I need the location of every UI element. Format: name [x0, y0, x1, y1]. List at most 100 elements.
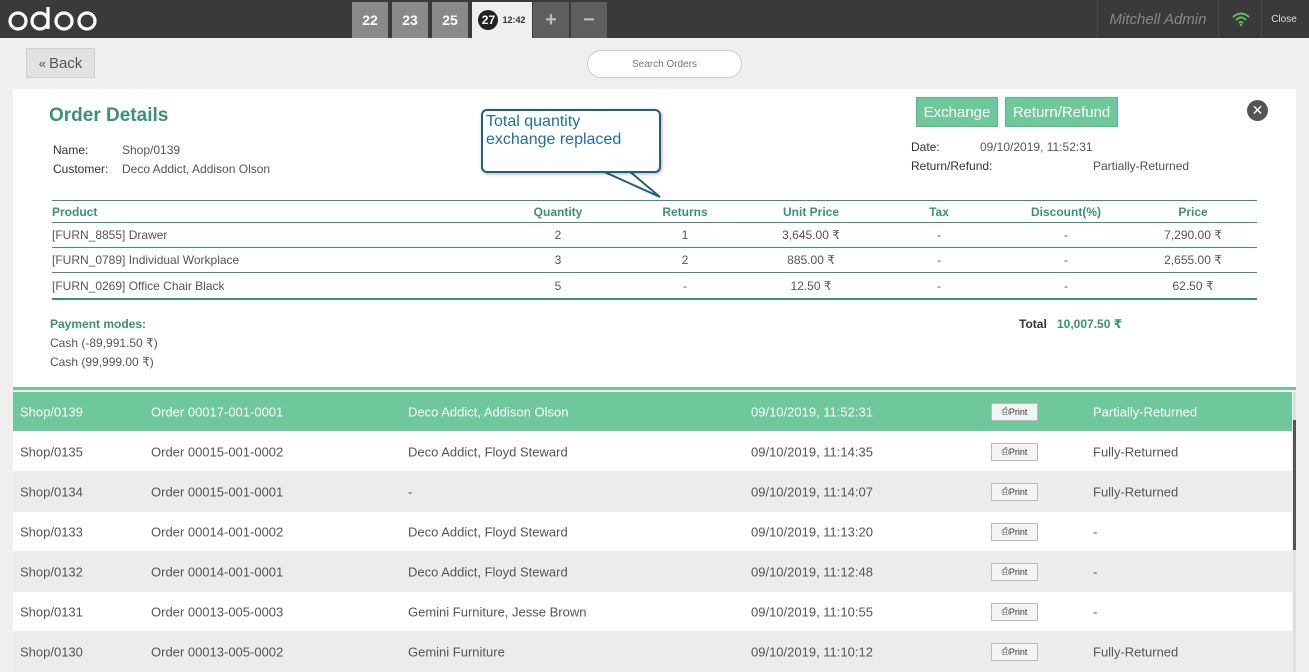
order-date: 09/10/2019, 11:12:48 — [751, 564, 873, 579]
back-button[interactable]: « Back — [26, 48, 95, 78]
total-label: Total — [1019, 317, 1047, 331]
order-ref: Shop/0132 — [20, 564, 83, 579]
quantity-cell: 5 — [554, 278, 562, 293]
unit-price-cell: 3,645.00 ₹ — [782, 228, 840, 242]
print-button[interactable]: ⎙ Print — [991, 402, 1038, 421]
active-order-time: 12:42 — [502, 15, 526, 25]
orders-list: Shop/0139 Order 00017-001-0001 Deco Addi… — [13, 392, 1292, 672]
add-order-button[interactable]: + — [533, 2, 569, 38]
order-lines-table: Product Quantity Returns Unit Price Tax … — [52, 200, 1257, 300]
printer-icon: ⎙ — [1001, 646, 1009, 656]
print-button[interactable]: ⎙ Print — [991, 482, 1038, 501]
table-header: Product Quantity Returns Unit Price Tax … — [52, 201, 1257, 223]
order-return-status: - — [1093, 524, 1098, 539]
column-header: Quantity — [533, 204, 583, 219]
column-header: Returns — [662, 204, 708, 219]
order-row[interactable]: Shop/0135 Order 00015-001-0002 Deco Addi… — [13, 432, 1292, 472]
list-scrollbar-thumb[interactable] — [1293, 420, 1296, 550]
double-chevron-left-icon: « — [38, 55, 46, 71]
table-row: [FURN_0789] Individual Workplace 3 2 885… — [52, 248, 1257, 273]
order-return-status: - — [1093, 564, 1098, 579]
print-button[interactable]: ⎙ Print — [991, 522, 1038, 541]
order-ref: Shop/0131 — [20, 604, 83, 619]
returns-cell: 2 — [681, 253, 689, 267]
close-session-button[interactable]: Close — [1262, 0, 1306, 38]
order-ref: Shop/0135 — [20, 444, 83, 459]
print-label: Print — [1008, 486, 1028, 497]
payment-line: Cash (-89,991.50 ₹) — [50, 336, 158, 350]
exchange-button[interactable]: Exchange — [916, 97, 998, 127]
user-name[interactable]: Mitchell Admin — [1097, 0, 1219, 38]
order-tab-22[interactable]: 22 — [352, 2, 388, 38]
print-label: Print — [1008, 566, 1028, 577]
order-return-status: Partially-Returned — [1093, 404, 1198, 419]
order-tab-25[interactable]: 25 — [432, 2, 468, 38]
order-row[interactable]: Shop/0133 Order 00014-001-0002 Deco Addi… — [13, 512, 1292, 552]
printer-icon: ⎙ — [1001, 446, 1009, 456]
order-return-status: Fully-Returned — [1093, 484, 1179, 499]
order-tab-23[interactable]: 23 — [392, 2, 428, 38]
table-row: [FURN_0269] Office Chair Black 5 - 12.50… — [52, 273, 1257, 298]
unit-price-cell: 12.50 ₹ — [790, 278, 832, 293]
table-row: [FURN_8855] Drawer 2 1 3,645.00 ₹ - - 7,… — [52, 223, 1257, 248]
list-separator — [13, 387, 1296, 390]
quantity-cell: 3 — [554, 253, 562, 267]
order-tab-active[interactable]: 27 12:42 — [472, 2, 532, 38]
order-customer: Deco Addict, Floyd Steward — [408, 564, 568, 579]
order-date: 09/10/2019, 11:52:31 — [751, 404, 873, 419]
order-row[interactable]: Shop/0132 Order 00014-001-0001 Deco Addi… — [13, 552, 1292, 592]
annotation-callout: Total quantity exchange replaced — [481, 109, 661, 173]
return-refund-button[interactable]: Return/Refund — [1005, 97, 1118, 127]
active-order-number: 27 — [478, 10, 499, 30]
payment-line: Cash (99,999.00 ₹) — [50, 355, 154, 369]
tax-cell: - — [937, 278, 941, 293]
order-number: Order 00015-001-0002 — [151, 444, 284, 459]
close-details-icon[interactable]: ✕ — [1247, 100, 1268, 121]
tax-cell: - — [937, 228, 941, 242]
print-button[interactable]: ⎙ Print — [991, 642, 1038, 661]
order-date: 09/10/2019, 11:13:20 — [751, 524, 873, 539]
refund-value: Partially-Returned — [1093, 159, 1190, 173]
refund-label: Return/Refund: — [911, 159, 993, 173]
discount-cell: - — [1064, 278, 1068, 293]
order-number: Order 00014-001-0002 — [151, 524, 284, 539]
column-header: Discount(%) — [1031, 204, 1101, 219]
details-title: Order Details — [49, 105, 169, 126]
order-ref: Shop/0133 — [20, 524, 83, 539]
callout-line-2: exchange replaced — [486, 131, 622, 148]
customer-label: Customer: — [53, 162, 109, 176]
order-return-status: Fully-Returned — [1093, 644, 1179, 659]
back-label: Back — [48, 54, 83, 72]
order-customer: Deco Addict, Floyd Steward — [408, 524, 568, 539]
top-navbar: 22 23 25 27 12:42 + − Mitchell Admin Clo… — [0, 0, 1309, 38]
print-button[interactable]: ⎙ Print — [991, 562, 1038, 581]
print-button[interactable]: ⎙ Print — [991, 602, 1038, 621]
search-orders-input[interactable] — [587, 50, 742, 78]
column-header: Tax — [929, 204, 949, 219]
discount-cell: - — [1064, 228, 1068, 242]
order-row-selected[interactable]: Shop/0139 Order 00017-001-0001 Deco Addi… — [13, 392, 1292, 432]
date-label: Date: — [911, 140, 940, 154]
odoo-logo — [8, 7, 97, 31]
customer-value: Deco Addict, Addison Olson — [122, 162, 271, 176]
price-cell: 7,290.00 ₹ — [1164, 228, 1222, 242]
order-date: 09/10/2019, 11:14:35 — [751, 444, 873, 459]
order-row[interactable]: Shop/0131 Order 00013-005-0003 Gemini Fu… — [13, 592, 1292, 632]
order-ref: Shop/0139 — [20, 404, 83, 419]
total-value: 10,007.50 ₹ — [1057, 317, 1123, 331]
column-header: Unit Price — [782, 204, 840, 219]
order-row[interactable]: Shop/0134 Order 00015-001-0001 - 09/10/2… — [13, 472, 1292, 512]
order-number: Order 00013-005-0003 — [151, 604, 284, 619]
printer-icon: ⎙ — [1001, 486, 1009, 496]
unit-price-cell: 885.00 ₹ — [787, 253, 835, 267]
order-date: 09/10/2019, 11:10:55 — [751, 604, 873, 619]
print-label: Print — [1008, 606, 1028, 617]
print-button[interactable]: ⎙ Print — [991, 442, 1038, 461]
order-row[interactable]: Shop/0130 Order 00013-005-0002 Gemini Fu… — [13, 632, 1292, 672]
column-header: Product — [52, 204, 98, 219]
order-ref: Shop/0130 — [20, 644, 83, 659]
column-header: Price — [1178, 204, 1208, 219]
returns-cell: 1 — [681, 228, 689, 242]
remove-order-button[interactable]: − — [571, 2, 607, 38]
order-customer: Deco Addict, Addison Olson — [408, 404, 569, 419]
